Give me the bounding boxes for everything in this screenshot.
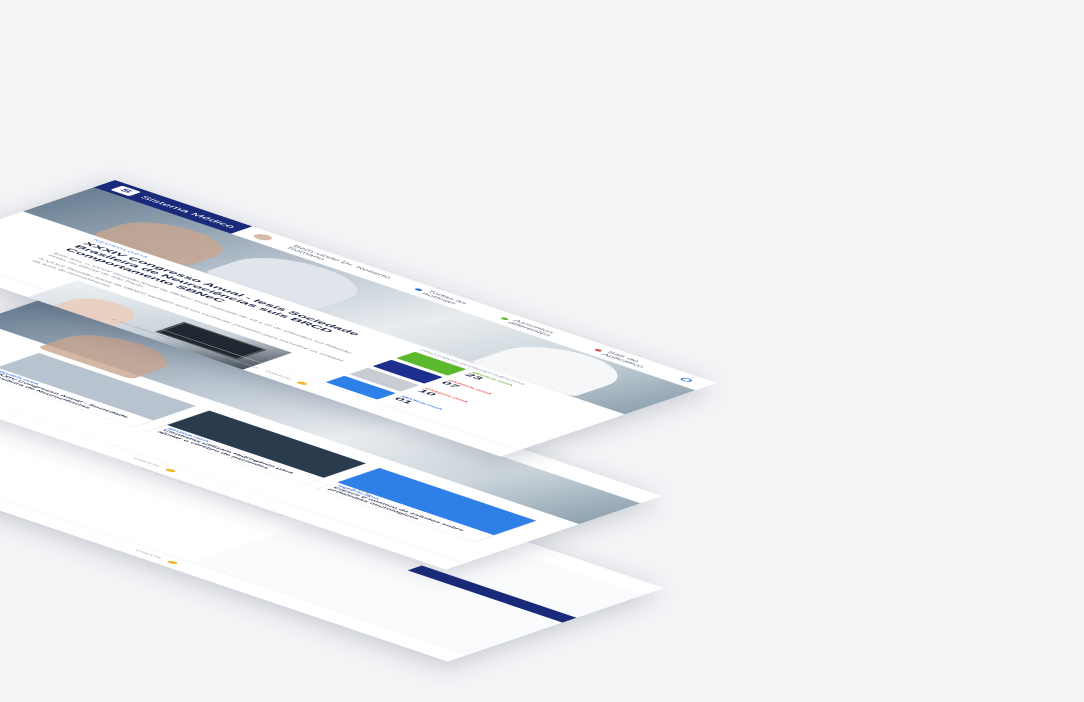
smile-icon bbox=[165, 560, 180, 565]
search-icon[interactable] bbox=[678, 377, 694, 383]
submit-button[interactable] bbox=[407, 565, 611, 635]
smile-icon bbox=[295, 380, 309, 386]
avatar[interactable] bbox=[250, 232, 276, 242]
footer-logo: VISENTE bbox=[133, 549, 163, 560]
logout-icon bbox=[594, 348, 604, 352]
subjects-icon bbox=[500, 317, 510, 321]
news-icon bbox=[414, 288, 424, 292]
smile-icon bbox=[163, 468, 178, 473]
